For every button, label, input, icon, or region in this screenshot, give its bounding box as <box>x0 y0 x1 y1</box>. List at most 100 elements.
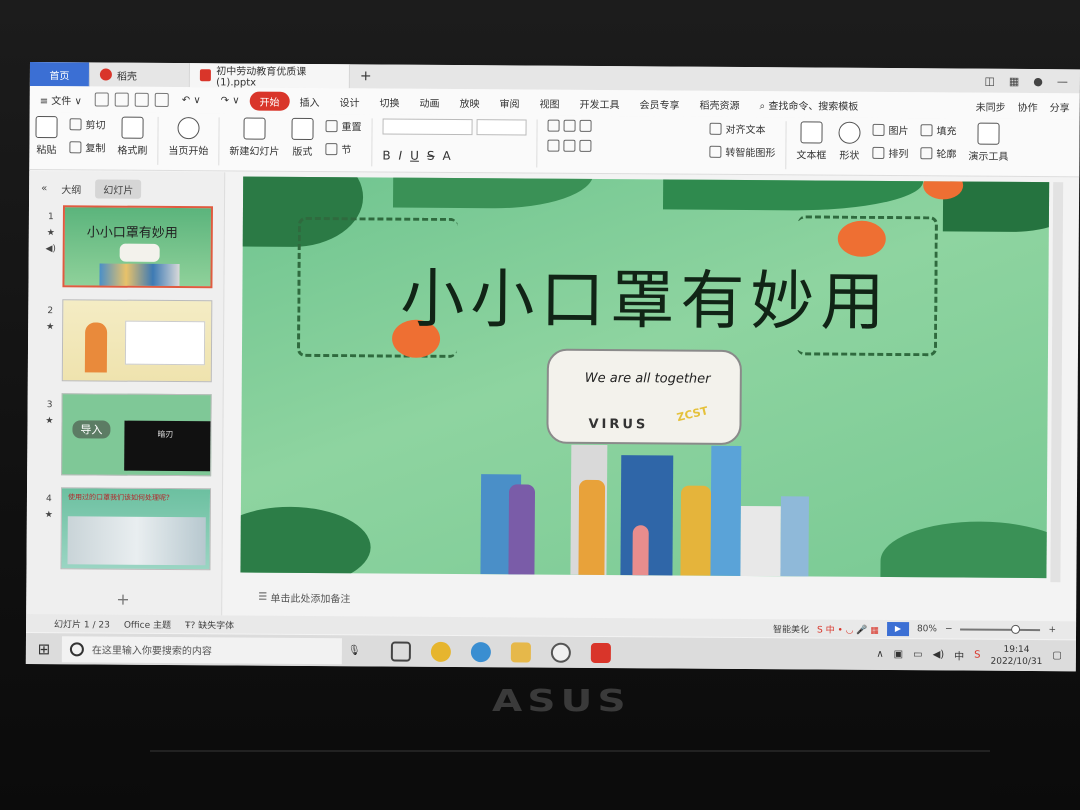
sync-status[interactable]: 未同步 <box>976 98 1006 113</box>
section-button[interactable]: 节 <box>325 141 361 156</box>
preview-icon[interactable] <box>154 92 169 107</box>
format-painter-button[interactable]: 格式刷 <box>117 116 147 157</box>
save-icon[interactable] <box>94 92 109 107</box>
menu-design[interactable]: 设计 <box>330 94 370 109</box>
undo-icon[interactable]: ↶ ∨ <box>172 94 211 106</box>
fill-button[interactable]: 填充 <box>920 122 957 137</box>
collapse-icon[interactable]: « <box>41 183 47 194</box>
missing-font-button[interactable]: Ŧ? 缺失字体 <box>185 618 234 631</box>
mask-virus-text: VIRUS <box>588 416 649 433</box>
align-text-button[interactable]: 对齐文本 <box>709 121 776 136</box>
menu-slideshow[interactable]: 放映 <box>450 94 490 110</box>
thumbnail-city-graphic <box>99 263 180 289</box>
tab-docer[interactable]: 稻壳 <box>89 62 190 88</box>
collaborate-button[interactable]: 协作 <box>1018 98 1038 113</box>
wps-app-icon[interactable] <box>430 641 451 662</box>
notes-area[interactable]: ☰ 单击此处添加备注 <box>240 581 1040 617</box>
notification-icon[interactable]: ▢ <box>1052 650 1062 661</box>
tray-expand-icon[interactable]: ∧ <box>876 649 883 660</box>
cut-button[interactable]: 剪切 <box>69 116 106 132</box>
add-slide-button[interactable]: + <box>116 590 130 609</box>
bold-button[interactable]: B <box>382 148 390 162</box>
tab-document[interactable]: 初中劳动教育优质课(1).pptx <box>189 63 350 89</box>
share-button[interactable]: 分享 <box>1050 99 1070 114</box>
zoom-in-button[interactable]: + <box>1048 625 1056 635</box>
volume-icon[interactable]: ◀) <box>933 649 945 660</box>
ime-tray-icon[interactable]: S <box>974 650 980 661</box>
paste-button[interactable]: 粘贴 <box>35 116 58 156</box>
bullets-button[interactable] <box>547 119 698 133</box>
tab-slides[interactable]: 幻灯片 <box>95 179 142 199</box>
menu-animation[interactable]: 动画 <box>410 94 450 109</box>
media-app-icon[interactable] <box>550 642 571 663</box>
vertical-scrollbar[interactable] <box>1050 182 1064 583</box>
slide-title[interactable]: 小小口罩有妙用 <box>242 246 1049 344</box>
export-icon[interactable] <box>114 92 129 107</box>
picture-button[interactable]: 图片 <box>872 122 909 137</box>
menu-member[interactable]: 会员专享 <box>630 96 690 111</box>
layout-button[interactable]: 版式 <box>291 117 314 158</box>
strikethrough-button[interactable]: S <box>427 149 435 163</box>
wps-office-icon[interactable] <box>590 642 611 663</box>
new-slide-button[interactable]: 新建幻灯片 <box>229 117 279 158</box>
theme-name[interactable]: Office 主题 <box>124 617 171 630</box>
zoom-level[interactable]: 80% <box>917 624 937 634</box>
grid-icon[interactable]: ▦ <box>1009 74 1019 87</box>
command-search[interactable]: ⌕ 查找命令、搜索模板 <box>750 97 869 113</box>
slide-thumbnail-1[interactable]: 小小口罩有妙用 <box>62 205 213 289</box>
slide-thumbnail-2[interactable] <box>61 299 213 383</box>
mask-illustration[interactable]: We are all together VIRUS ZCST <box>546 348 743 445</box>
shape-button[interactable]: 形状 <box>838 121 861 162</box>
smartart-button[interactable]: 转智能图形 <box>709 144 775 159</box>
microphone-icon[interactable]: 🎙 <box>348 645 361 656</box>
font-size-select[interactable] <box>476 119 527 136</box>
ime-indicator[interactable]: 中 <box>954 647 964 662</box>
file-explorer-icon[interactable] <box>510 641 531 663</box>
font-family-select[interactable] <box>382 118 473 136</box>
tab-home[interactable]: 首页 <box>29 62 90 87</box>
print-icon[interactable] <box>134 92 149 107</box>
align-buttons[interactable] <box>547 139 697 153</box>
menu-home[interactable]: 开始 <box>249 91 290 111</box>
avatar[interactable]: ● <box>1033 75 1043 88</box>
play-slideshow-button[interactable]: ▶ <box>886 621 910 637</box>
menu-docer-resources[interactable]: 稻壳资源 <box>690 96 750 111</box>
font-color-button[interactable]: A <box>443 149 451 163</box>
italic-button[interactable]: I <box>399 149 403 163</box>
zoom-slider-handle[interactable] <box>1011 624 1021 634</box>
new-tab-button[interactable]: + <box>350 64 382 88</box>
arrange-button[interactable]: 排列 <box>872 145 908 160</box>
slide-group: 重置 节 <box>325 118 362 156</box>
tray-app-icon[interactable]: ▣ <box>894 649 904 660</box>
taskbar-search[interactable]: 在这里输入你要搜索的内容 <box>61 635 342 664</box>
minimize-icon[interactable]: — <box>1057 75 1068 88</box>
redo-icon[interactable]: ↷ ∨ <box>211 95 250 106</box>
underline-button[interactable]: U <box>410 149 419 163</box>
menu-insert[interactable]: 插入 <box>290 93 330 108</box>
browser-app-icon[interactable] <box>470 641 491 662</box>
menu-transition[interactable]: 切换 <box>370 94 410 109</box>
slide-thumbnail-4[interactable]: 使用过的口罩我们该如何处理呢？ <box>60 487 212 571</box>
play-from-current-button[interactable]: 当页开始 <box>168 117 208 157</box>
copy-button[interactable]: 复制 <box>69 139 105 155</box>
menu-developer[interactable]: 开发工具 <box>570 95 630 110</box>
layout-icon[interactable]: ◫ <box>984 74 994 87</box>
file-menu[interactable]: ≡ 文件 ∨ <box>30 91 92 107</box>
battery-icon[interactable]: ▭ <box>913 649 923 660</box>
menu-view[interactable]: 视图 <box>530 95 570 110</box>
slide-thumbnail-3[interactable]: 导入 暗刃 <box>61 393 212 477</box>
tab-outline[interactable]: 大纲 <box>61 181 81 196</box>
presentation-tools-button[interactable]: 演示工具 <box>968 122 1008 163</box>
ime-toolbar[interactable]: S 中 • ◡ 🎤 ▦ <box>817 622 879 635</box>
windows-start-icon[interactable]: ⊞ <box>26 639 62 658</box>
task-view-icon[interactable] <box>390 641 411 662</box>
leaf-decoration <box>392 176 594 209</box>
clock[interactable]: 19:14 2022/10/31 <box>990 643 1042 667</box>
zoom-out-button[interactable]: − <box>945 624 953 634</box>
reset-button[interactable]: 重置 <box>325 118 362 133</box>
zoom-slider[interactable] <box>960 624 1041 634</box>
beautify-button[interactable]: 智能美化 <box>773 622 809 635</box>
menu-review[interactable]: 审阅 <box>490 95 530 110</box>
textbox-button[interactable]: 文本框 <box>796 121 826 162</box>
outline-button[interactable]: 轮廓 <box>920 145 956 160</box>
